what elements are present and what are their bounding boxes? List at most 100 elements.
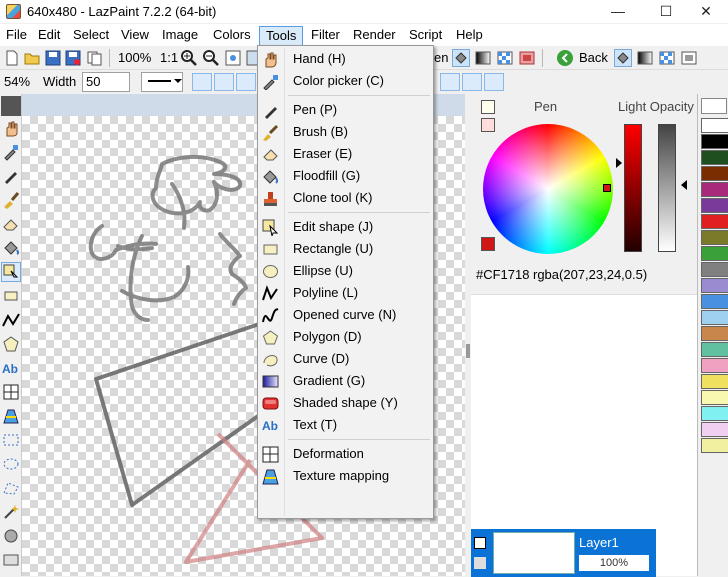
edit-shape-tool-icon[interactable]: [1, 262, 21, 282]
palette-swatch[interactable]: [701, 230, 728, 245]
lightness-bar[interactable]: [624, 124, 642, 252]
menu-item-polygon[interactable]: Polygon (D): [258, 326, 433, 348]
hex-color-value[interactable]: #CF1718: [476, 267, 529, 282]
menu-item-gradient[interactable]: Gradient (G): [258, 370, 433, 392]
menu-item-hand[interactable]: Hand (H): [258, 48, 433, 70]
cap-round-icon[interactable]: [484, 73, 504, 91]
opacity-bar[interactable]: [658, 124, 676, 252]
menu-edit[interactable]: Edit: [32, 26, 66, 46]
magic-wand-tool-icon[interactable]: [1, 502, 21, 522]
palette-swatch[interactable]: [701, 358, 728, 373]
menu-item-curve[interactable]: Curve (D): [258, 348, 433, 370]
polyline-tool-icon[interactable]: [1, 310, 21, 330]
menu-item-color-picker[interactable]: Color picker (C): [258, 70, 433, 92]
eraser-tool-icon[interactable]: [1, 214, 21, 234]
menu-item-brush[interactable]: Brush (B): [258, 121, 433, 143]
menu-file[interactable]: File: [0, 26, 33, 46]
menu-item-pen[interactable]: Pen (P): [258, 99, 433, 121]
gradient-fill-icon[interactable]: [474, 49, 492, 67]
palette-swatch[interactable]: [701, 374, 728, 389]
palette-swatch[interactable]: [701, 422, 728, 437]
palette-swatch[interactable]: [701, 278, 728, 293]
layer-visible-checkbox[interactable]: [474, 537, 486, 549]
palette-swatch[interactable]: [701, 342, 728, 357]
palette-swatch[interactable]: [701, 198, 728, 213]
menu-item-edit-shape[interactable]: Edit shape (J): [258, 216, 433, 238]
color-wheel-cursor[interactable]: [603, 184, 611, 192]
menu-item-text[interactable]: Ab Text (T): [258, 414, 433, 436]
palette-menu-icon[interactable]: [701, 98, 727, 114]
menu-item-opened-curve[interactable]: Opened curve (N): [258, 304, 433, 326]
menu-item-ellipse[interactable]: Ellipse (U): [258, 260, 433, 282]
polygon-tool-icon[interactable]: [1, 334, 21, 354]
back-texture-icon[interactable]: [680, 49, 698, 67]
back-arrow-icon[interactable]: [556, 49, 574, 67]
save-icon[interactable]: [44, 49, 62, 67]
menu-item-shaded-shape[interactable]: Shaded shape (Y): [258, 392, 433, 414]
rectangle-tool-icon[interactable]: [1, 286, 21, 306]
select-poly-tool-icon[interactable]: [1, 478, 21, 498]
color-wheel[interactable]: [483, 124, 613, 254]
menu-view[interactable]: View: [115, 26, 155, 46]
cap-square-icon[interactable]: [462, 73, 482, 91]
palette-swatch[interactable]: [701, 182, 728, 197]
join-bevel-icon[interactable]: [192, 73, 212, 91]
menu-select[interactable]: Select: [67, 26, 115, 46]
palette-swatch[interactable]: [701, 118, 728, 133]
layer-options-icon[interactable]: [474, 557, 486, 569]
layer-tool-icon[interactable]: [1, 550, 21, 570]
layer-name[interactable]: Layer1: [579, 535, 619, 550]
back-button[interactable]: Back: [579, 50, 608, 65]
select-pen-tool-icon[interactable]: [1, 526, 21, 546]
menu-render[interactable]: Render: [347, 26, 402, 46]
menu-item-deformation[interactable]: Deformation: [258, 443, 433, 465]
line-style-select[interactable]: [141, 72, 183, 92]
palette-swatch[interactable]: [701, 166, 728, 181]
zoom-level[interactable]: 54%: [4, 74, 30, 89]
menu-item-polyline[interactable]: Polyline (L): [258, 282, 433, 304]
zoom-out-icon[interactable]: [202, 49, 220, 67]
palette-swatch[interactable]: [701, 390, 728, 405]
join-round-icon[interactable]: [214, 73, 234, 91]
new-file-icon[interactable]: [3, 49, 21, 67]
palette-swatch[interactable]: [701, 406, 728, 421]
back-gradient-icon[interactable]: [636, 49, 654, 67]
menu-image[interactable]: Image: [156, 26, 204, 46]
zoom-fit-icon[interactable]: [224, 49, 242, 67]
copy-icon[interactable]: [85, 49, 103, 67]
palette-swatch[interactable]: [701, 294, 728, 309]
rgba-color-value[interactable]: rgba(207,23,24,0.5): [533, 267, 647, 282]
save-as-icon[interactable]: [64, 49, 82, 67]
cap-flat-icon[interactable]: [440, 73, 460, 91]
menu-item-texture-mapping[interactable]: Texture mapping: [258, 465, 433, 487]
menu-item-eraser[interactable]: Eraser (E): [258, 143, 433, 165]
fill-bucket-icon[interactable]: [452, 49, 470, 67]
palette-swatch[interactable]: [701, 326, 728, 341]
width-input[interactable]: 50: [82, 72, 130, 92]
texture-mapping-tool-icon[interactable]: [1, 406, 21, 426]
back-fill-icon[interactable]: [614, 49, 632, 67]
texture-icon[interactable]: [518, 49, 536, 67]
zoom-in-icon[interactable]: [180, 49, 198, 67]
swap-colors-icon[interactable]: [481, 100, 495, 114]
menu-colors[interactable]: Colors: [207, 26, 257, 46]
palette-swatch[interactable]: [701, 310, 728, 325]
palette-swatch[interactable]: [701, 438, 728, 453]
layer-row[interactable]: Layer1 100%: [471, 529, 656, 577]
menu-script[interactable]: Script: [403, 26, 448, 46]
deformation-tool-icon[interactable]: [1, 382, 21, 402]
floodfill-tool-icon[interactable]: [1, 238, 21, 258]
brush-tool-icon[interactable]: [1, 190, 21, 210]
back-transparency-icon[interactable]: [658, 49, 676, 67]
close-button[interactable]: ✕: [684, 0, 728, 23]
minimize-button[interactable]: —: [596, 0, 640, 23]
lightness-marker[interactable]: [616, 158, 622, 168]
scroll-thumb[interactable]: [466, 344, 470, 358]
color-picker-tool-icon[interactable]: [1, 142, 21, 162]
palette-swatch[interactable]: [701, 246, 728, 261]
menu-item-clone-tool[interactable]: Clone tool (K): [258, 187, 433, 209]
menu-help[interactable]: Help: [450, 26, 489, 46]
layer-opacity[interactable]: 100%: [579, 555, 649, 571]
menu-item-floodfill[interactable]: Floodfill (G): [258, 165, 433, 187]
palette-swatch[interactable]: [701, 150, 728, 165]
